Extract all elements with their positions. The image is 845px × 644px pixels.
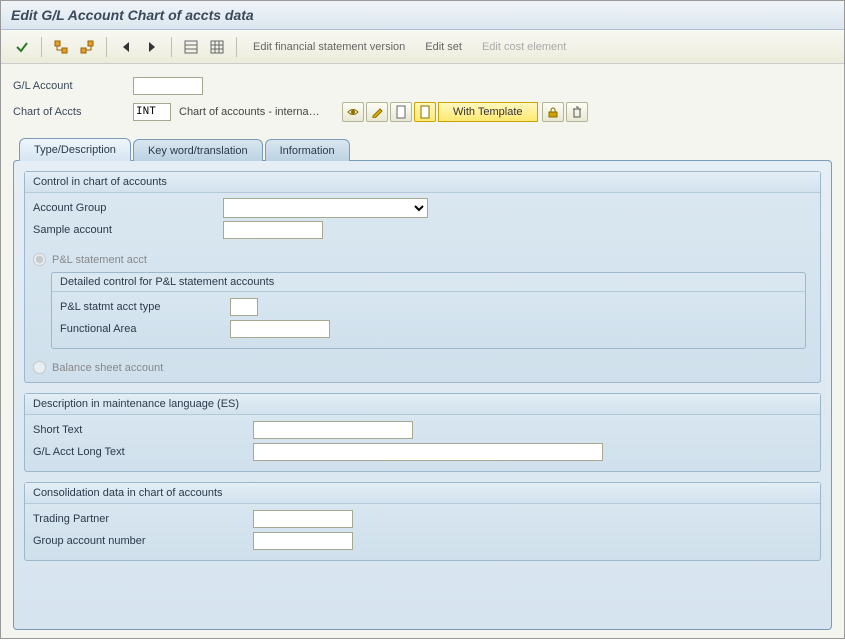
balance-sheet-radio[interactable]	[33, 361, 46, 374]
group-description-title: Description in maintenance language (ES)	[25, 394, 820, 415]
with-template-label: With Template	[453, 106, 523, 118]
next-icon[interactable]	[141, 36, 163, 58]
check-icon[interactable]	[11, 36, 33, 58]
separator	[236, 37, 237, 57]
edit-set-link[interactable]: Edit set	[417, 41, 470, 53]
edit-icon[interactable]	[366, 102, 388, 122]
tab-keyword-translation[interactable]: Key word/translation	[133, 139, 263, 161]
sample-account-label: Sample account	[33, 224, 223, 236]
short-text-input[interactable]	[253, 421, 413, 439]
title-bar: Edit G/L Account Chart of accts data	[1, 1, 844, 30]
new-icon[interactable]	[390, 102, 412, 122]
tab-panel: Control in chart of accounts Account Gro…	[13, 160, 832, 630]
separator	[41, 37, 42, 57]
gl-account-label: G/L Account	[13, 80, 133, 92]
display-icon[interactable]	[342, 102, 364, 122]
pl-statement-label: P&L statement acct	[52, 254, 147, 266]
group-consolidation-title: Consolidation data in chart of accounts	[25, 483, 820, 504]
pl-statement-radio[interactable]	[33, 253, 46, 266]
delete-icon[interactable]	[566, 102, 588, 122]
group-description: Description in maintenance language (ES)…	[24, 393, 821, 472]
chart-of-accts-desc: Chart of accounts - interna…	[179, 106, 334, 118]
account-group-select[interactable]	[223, 198, 428, 218]
balance-sheet-label: Balance sheet account	[52, 362, 163, 374]
toolbar: Edit financial statement version Edit se…	[1, 30, 844, 64]
chart-of-accts-label: Chart of Accts	[13, 106, 133, 118]
prev-icon[interactable]	[115, 36, 137, 58]
detailed-control-title: Detailed control for P&L statement accou…	[52, 273, 805, 292]
account-group-label: Account Group	[33, 202, 223, 214]
long-text-input[interactable]	[253, 443, 603, 461]
tab-strip: Type/Description Key word/translation In…	[19, 138, 832, 161]
trading-partner-input[interactable]	[253, 510, 353, 528]
group-control-title: Control in chart of accounts	[25, 172, 820, 193]
tab-information[interactable]: Information	[265, 139, 350, 161]
with-template-button[interactable]: With Template	[438, 102, 538, 122]
detailed-control-group: Detailed control for P&L statement accou…	[51, 272, 806, 349]
hierarchy-left-icon[interactable]	[50, 36, 72, 58]
pl-statement-radio-row: P&L statement acct	[25, 249, 820, 270]
separator	[171, 37, 172, 57]
grid-view-icon[interactable]	[206, 36, 228, 58]
sample-account-input[interactable]	[223, 221, 323, 239]
gl-account-input[interactable]	[133, 77, 203, 95]
functional-area-label: Functional Area	[60, 323, 230, 335]
tab-type-description[interactable]: Type/Description	[19, 138, 131, 161]
page-title: Edit G/L Account Chart of accts data	[11, 7, 834, 23]
header-fields: G/L Account Chart of Accts Chart of acco…	[1, 64, 844, 132]
window: Edit G/L Account Chart of accts data Edi…	[0, 0, 845, 639]
pl-type-input[interactable]	[230, 298, 258, 316]
group-account-input[interactable]	[253, 532, 353, 550]
new-doc-icon[interactable]	[414, 102, 436, 122]
tab-area: Type/Description Key word/translation In…	[1, 132, 844, 644]
hierarchy-right-icon[interactable]	[76, 36, 98, 58]
balance-sheet-radio-row: Balance sheet account	[25, 357, 820, 382]
group-control: Control in chart of accounts Account Gro…	[24, 171, 821, 383]
chart-of-accts-input[interactable]	[133, 103, 171, 121]
trading-partner-label: Trading Partner	[33, 513, 253, 525]
functional-area-input[interactable]	[230, 320, 330, 338]
edit-fin-stmt-link[interactable]: Edit financial statement version	[245, 41, 413, 53]
edit-cost-element-link: Edit cost element	[474, 41, 574, 53]
short-text-label: Short Text	[33, 424, 253, 436]
separator	[106, 37, 107, 57]
list-view-icon[interactable]	[180, 36, 202, 58]
lock-icon[interactable]	[542, 102, 564, 122]
pl-type-label: P&L statmt acct type	[60, 301, 230, 313]
group-account-label: Group account number	[33, 535, 253, 547]
group-consolidation: Consolidation data in chart of accounts …	[24, 482, 821, 561]
long-text-label: G/L Acct Long Text	[33, 446, 253, 458]
